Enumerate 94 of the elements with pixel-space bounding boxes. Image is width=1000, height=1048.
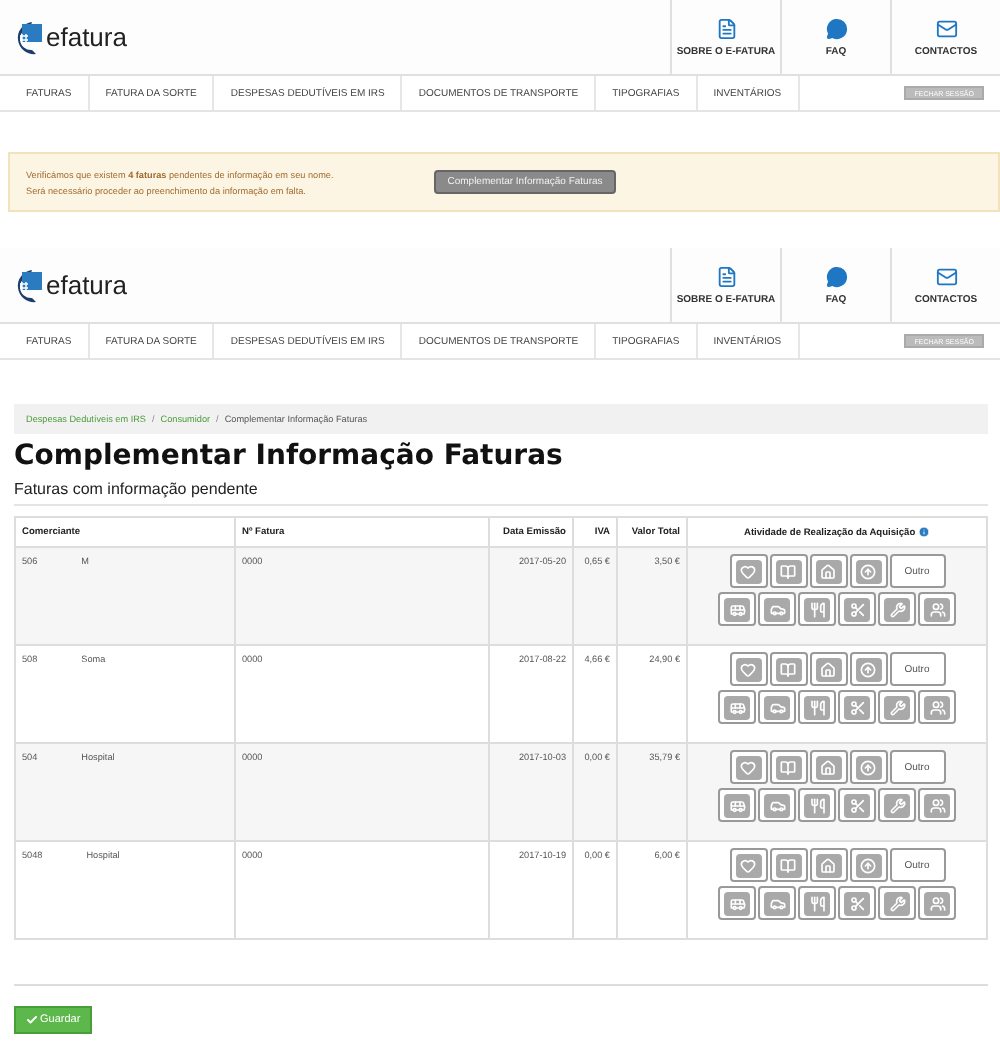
envelope-icon: [935, 17, 957, 39]
wrench-icon: [889, 797, 905, 813]
house-button[interactable]: [809, 554, 847, 588]
book-button[interactable]: [769, 750, 807, 784]
logo-icon: [12, 265, 44, 305]
arrow-up-icon: [860, 661, 876, 677]
heart-button[interactable]: [729, 652, 767, 686]
scissors-button[interactable]: [838, 886, 876, 920]
people-icon: [929, 601, 945, 617]
utensils-button[interactable]: [798, 886, 836, 920]
scissors-icon: [849, 895, 865, 911]
arrow-up-icon: [860, 857, 876, 873]
utensils-button[interactable]: [798, 788, 836, 822]
scissors-button[interactable]: [838, 592, 876, 626]
people-button[interactable]: [918, 690, 956, 724]
utensils-icon: [809, 797, 825, 813]
people-icon: [929, 895, 945, 911]
bus-button[interactable]: [718, 886, 756, 920]
logo-icon: [12, 17, 44, 57]
envelope-icon: [935, 265, 957, 287]
house-button[interactable]: [809, 750, 847, 784]
book-button[interactable]: [769, 554, 807, 588]
book-button[interactable]: [769, 652, 807, 686]
heart-button[interactable]: [729, 750, 767, 784]
scissors-icon: [849, 699, 865, 715]
wrench-button[interactable]: [878, 690, 916, 724]
bus-icon: [729, 895, 745, 911]
car-button[interactable]: [758, 690, 796, 724]
utensils-icon: [809, 895, 825, 911]
section-subtitle: Faturas com informação pendente: [14, 480, 988, 506]
car-button[interactable]: [758, 592, 796, 626]
arrow-up-button[interactable]: [849, 848, 887, 882]
logo-text: efatura: [46, 22, 127, 52]
bus-icon: [729, 601, 745, 617]
people-icon: [929, 699, 945, 715]
page-title: Complementar Informação Faturas: [14, 440, 565, 472]
scissors-icon: [849, 601, 865, 617]
utensils-button[interactable]: [798, 592, 836, 626]
wrench-button[interactable]: [878, 788, 916, 822]
bus-icon: [729, 699, 745, 715]
book-button[interactable]: [769, 848, 807, 882]
arrow-up-button[interactable]: [849, 750, 887, 784]
wrench-icon: [889, 699, 905, 715]
check-icon: [26, 1014, 38, 1026]
bus-button[interactable]: [718, 788, 756, 822]
car-icon: [769, 797, 785, 813]
car-icon: [769, 601, 785, 617]
scissors-button[interactable]: [838, 690, 876, 724]
book-icon: [780, 563, 796, 579]
car-button[interactable]: [758, 788, 796, 822]
arrow-up-icon: [860, 563, 876, 579]
utensils-icon: [809, 699, 825, 715]
wrench-button[interactable]: [878, 886, 916, 920]
logo-text: efatura: [46, 270, 127, 300]
car-icon: [769, 699, 785, 715]
wrench-icon: [889, 895, 905, 911]
house-button[interactable]: [809, 848, 847, 882]
people-button[interactable]: [918, 886, 956, 920]
scissors-icon: [849, 797, 865, 813]
heart-icon: [740, 759, 756, 775]
house-icon: [820, 759, 836, 775]
people-button[interactable]: [918, 788, 956, 822]
heart-icon: [740, 563, 756, 579]
utensils-button[interactable]: [798, 690, 836, 724]
car-icon: [769, 895, 785, 911]
heart-icon: [740, 857, 756, 873]
book-icon: [780, 759, 796, 775]
heart-icon: [740, 661, 756, 677]
arrow-up-button[interactable]: [849, 554, 887, 588]
car-button[interactable]: [758, 886, 796, 920]
book-icon: [780, 661, 796, 677]
utensils-icon: [809, 601, 825, 617]
house-icon: [820, 857, 836, 873]
scissors-button[interactable]: [838, 788, 876, 822]
arrow-up-icon: [860, 759, 876, 775]
document-icon: [715, 17, 737, 39]
house-icon: [820, 563, 836, 579]
document-icon: [715, 265, 737, 287]
heart-button[interactable]: [729, 554, 767, 588]
book-icon: [780, 857, 796, 873]
wrench-button[interactable]: [878, 592, 916, 626]
speech-bubble-icon: [825, 17, 847, 39]
bus-button[interactable]: [718, 592, 756, 626]
speech-bubble-icon: [825, 265, 847, 287]
heart-button[interactable]: [729, 848, 767, 882]
info-icon[interactable]: [918, 525, 930, 538]
arrow-up-button[interactable]: [849, 652, 887, 686]
bus-icon: [729, 797, 745, 813]
people-icon: [929, 797, 945, 813]
people-button[interactable]: [918, 592, 956, 626]
house-icon: [820, 661, 836, 677]
wrench-icon: [889, 601, 905, 617]
bus-button[interactable]: [718, 690, 756, 724]
house-button[interactable]: [809, 652, 847, 686]
